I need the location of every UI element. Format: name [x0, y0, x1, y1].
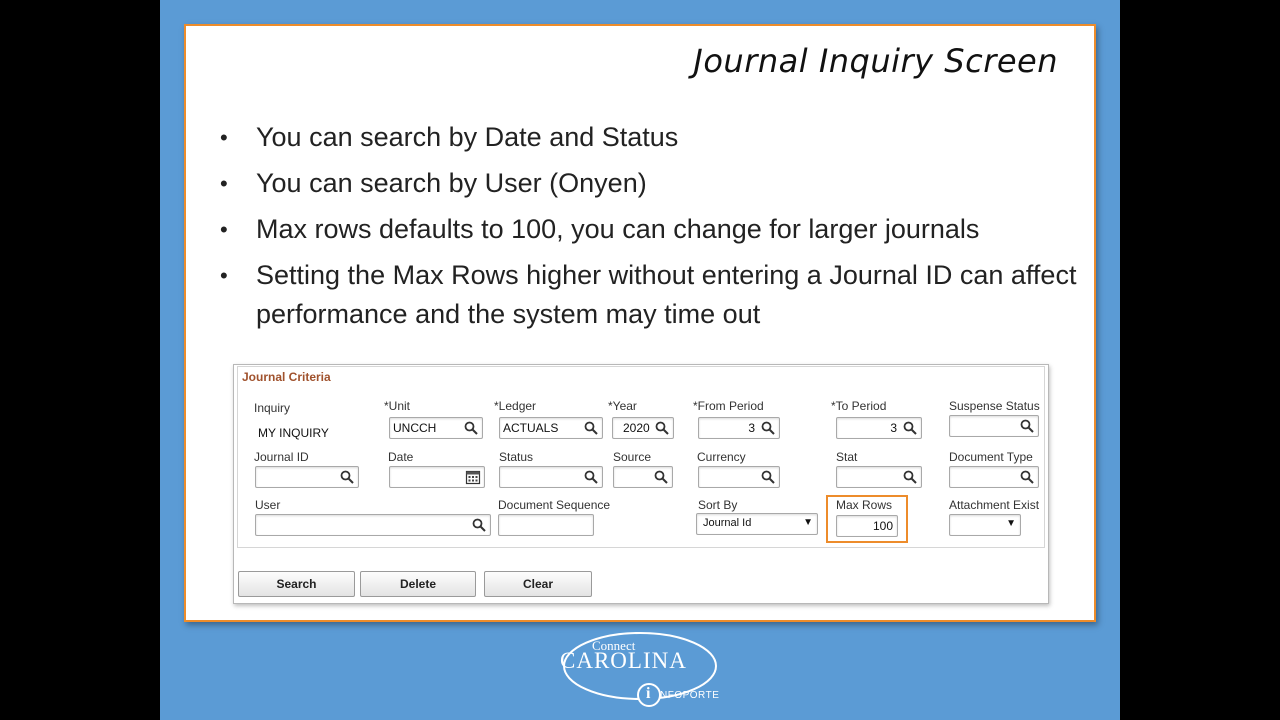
bullet-item: • You can search by User (Onyen) [216, 164, 1086, 203]
date-label: Date [388, 450, 414, 464]
document-sequence-label: Document Sequence [498, 498, 611, 512]
source-label: Source [613, 450, 652, 464]
group-title: Journal Criteria [242, 370, 331, 384]
bullet-item: • You can search by Date and Status [216, 118, 1086, 157]
currency-field[interactable] [698, 466, 780, 488]
magnifier-icon[interactable] [1019, 418, 1035, 434]
journal-id-field[interactable] [255, 466, 359, 488]
magnifier-icon[interactable] [583, 420, 599, 436]
from-period-label: *From Period [693, 399, 764, 413]
unit-field[interactable]: UNCCH [389, 417, 483, 439]
magnifier-icon[interactable] [1019, 469, 1035, 485]
ledger-value: ACTUALS [503, 421, 559, 435]
slide-title: Journal Inquiry Screen [693, 42, 1058, 80]
date-field[interactable] [389, 466, 485, 488]
connect-carolina-logo: i Connect CAROLINA NFOPORTE [560, 628, 722, 712]
inquiry-label: Inquiry [254, 401, 291, 415]
sort-by-label: Sort By [698, 498, 738, 512]
journal-criteria-panel: Journal Criteria Inquiry MY INQUIRY *Uni… [233, 364, 1049, 604]
chevron-down-icon: ▼ [1006, 518, 1016, 529]
max-rows-highlight-box [826, 495, 908, 543]
search-button[interactable]: Search [238, 571, 355, 597]
bullet-item: • Setting the Max Rows higher without ent… [216, 256, 1086, 334]
journal-id-label: Journal ID [254, 450, 309, 464]
delete-button[interactable]: Delete [360, 571, 476, 597]
document-type-field[interactable] [949, 466, 1039, 488]
document-type-label: Document Type [949, 450, 1033, 464]
magnifier-icon[interactable] [654, 420, 670, 436]
bullet-dot: • [220, 263, 228, 288]
suspense-status-field[interactable] [949, 415, 1039, 437]
sort-by-select[interactable]: Journal Id ▼ [696, 513, 818, 535]
stat-label: Stat [836, 450, 858, 464]
suspense-status-label: Suspense Status [949, 399, 1040, 413]
user-field[interactable] [255, 514, 491, 536]
source-field[interactable] [613, 466, 673, 488]
inquiry-value: MY INQUIRY [258, 426, 329, 440]
bullet-dot: • [220, 171, 228, 196]
to-period-value: 3 [890, 421, 897, 435]
logo-infoporte-text: NFOPORTE [660, 690, 720, 701]
from-period-value: 3 [748, 421, 755, 435]
attachment-exist-label: Attachment Exist [949, 498, 1040, 512]
user-label: User [255, 498, 281, 512]
magnifier-icon[interactable] [463, 420, 479, 436]
currency-label: Currency [697, 450, 746, 464]
clear-button[interactable]: Clear [484, 571, 592, 597]
magnifier-icon[interactable] [471, 517, 487, 533]
magnifier-icon[interactable] [653, 469, 669, 485]
magnifier-icon[interactable] [339, 469, 355, 485]
magnifier-icon[interactable] [760, 469, 776, 485]
bullet-text: Setting the Max Rows higher without ente… [256, 260, 1077, 329]
magnifier-icon[interactable] [902, 420, 918, 436]
to-period-label: *To Period [831, 399, 887, 413]
magnifier-icon[interactable] [760, 420, 776, 436]
journal-criteria-group: Journal Criteria Inquiry MY INQUIRY *Uni… [237, 366, 1045, 548]
document-sequence-field[interactable] [498, 514, 594, 536]
year-value: 2020 [623, 421, 650, 435]
magnifier-icon[interactable] [583, 469, 599, 485]
status-field[interactable] [499, 466, 603, 488]
unit-label: *Unit [384, 399, 411, 413]
year-field[interactable]: 2020 [612, 417, 674, 439]
attachment-exist-select[interactable]: ▼ [949, 514, 1021, 536]
stat-field[interactable] [836, 466, 922, 488]
year-label: *Year [608, 399, 637, 413]
magnifier-icon[interactable] [902, 469, 918, 485]
bullet-list: • You can search by Date and Status • You … [216, 118, 1086, 341]
bullet-dot: • [220, 125, 228, 150]
sort-by-value: Journal Id [703, 517, 752, 529]
ledger-field[interactable]: ACTUALS [499, 417, 603, 439]
calendar-icon[interactable] [465, 469, 481, 485]
presentation-background: Journal Inquiry Screen • You can search b… [160, 0, 1120, 720]
to-period-field[interactable]: 3 [836, 417, 922, 439]
bullet-text: You can search by User (Onyen) [256, 168, 647, 198]
bullet-text: You can search by Date and Status [256, 122, 679, 152]
bullet-dot: • [220, 217, 228, 242]
bullet-text: Max rows defaults to 100, you can change… [256, 214, 980, 244]
status-label: Status [499, 450, 534, 464]
slide: Journal Inquiry Screen • You can search b… [184, 24, 1096, 622]
logo-carolina-text: CAROLINA [560, 648, 687, 673]
from-period-field[interactable]: 3 [698, 417, 780, 439]
chevron-down-icon: ▼ [803, 517, 813, 528]
info-icon: i [646, 685, 651, 702]
bullet-item: • Max rows defaults to 100, you can chang… [216, 210, 1086, 249]
unit-value: UNCCH [393, 421, 437, 435]
ledger-label: *Ledger [494, 399, 537, 413]
